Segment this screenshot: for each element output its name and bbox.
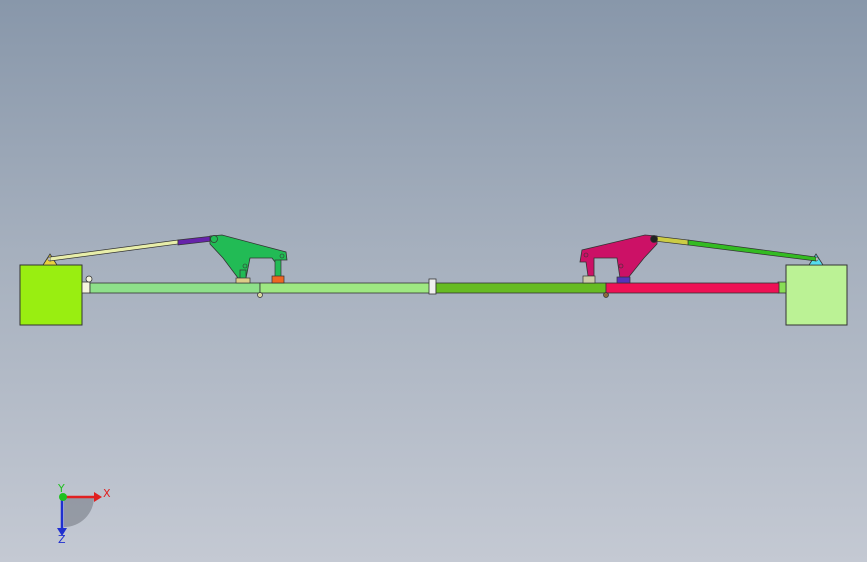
left-beam-pin[interactable] [257,292,263,298]
left-base-bracket-a[interactable] [235,277,251,284]
right-beam-pin[interactable] [603,292,609,298]
left-crank-pin-mid[interactable] [242,263,248,269]
z-axis-label: Z [58,533,66,546]
right-crank-pin-top[interactable] [650,235,658,243]
right-rod[interactable] [687,239,817,262]
left-crank-pin-top[interactable] [210,235,218,243]
mechanism-assembly[interactable]: X Y Z [0,0,867,562]
orientation-triad[interactable]: X Y Z [57,482,111,546]
left-rod[interactable] [49,239,179,262]
right-crank-pin-mid[interactable] [618,263,624,269]
beam-left-segment[interactable] [89,282,261,294]
left-beam-endcap[interactable] [81,281,91,294]
x-axis-arrow [94,492,102,502]
left-endcap-knob[interactable] [85,275,93,283]
right-base-bracket-a[interactable] [582,275,596,284]
left-crank-pin-right[interactable] [279,253,285,259]
x-axis-label: X [103,487,111,500]
beam-right-center-segment[interactable] [435,282,607,294]
beam-left-center-segment[interactable] [259,282,431,294]
beam-center-joint[interactable] [428,278,437,295]
y-axis-label: Y [57,482,65,495]
left-block[interactable] [19,264,83,326]
right-base-bracket-b[interactable] [616,276,631,284]
right-bell-crank[interactable] [579,234,658,279]
left-base-bracket-b[interactable] [271,275,285,284]
right-rod-sleeve[interactable] [653,235,689,246]
beam-right-segment[interactable] [605,282,780,294]
right-crank-pin-left[interactable] [583,252,589,258]
graphics-viewport[interactable]: X Y Z [0,0,867,562]
triad-shadow [64,497,94,527]
right-block[interactable] [785,264,848,326]
left-rod-sleeve[interactable] [177,235,214,246]
